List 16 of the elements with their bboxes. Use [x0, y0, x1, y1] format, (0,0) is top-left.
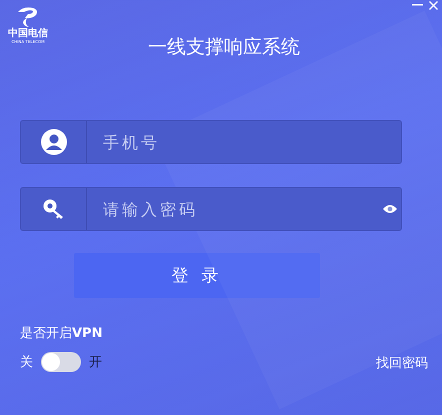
phone-input[interactable]: 手机号: [87, 132, 401, 152]
key-icon: [42, 198, 66, 220]
password-field[interactable]: 请输入密码: [20, 187, 402, 231]
off-label: 关: [20, 354, 33, 371]
app-title: 一线支撑响应系统: [148, 35, 300, 60]
user-icon: [40, 129, 66, 155]
phone-field[interactable]: 手机号: [20, 120, 402, 164]
password-input[interactable]: 请输入密码: [87, 198, 383, 220]
vpn-toggle[interactable]: [41, 352, 81, 372]
eye-icon[interactable]: [383, 204, 397, 214]
on-label: 开: [89, 354, 102, 371]
logo-text: 中国电信: [8, 28, 48, 39]
forgot-password-link[interactable]: 找回密码: [376, 354, 428, 372]
login-button[interactable]: 登 录: [74, 253, 320, 298]
close-icon[interactable]: [429, 1, 438, 10]
vpn-label: 是否开启VPN: [20, 325, 102, 342]
